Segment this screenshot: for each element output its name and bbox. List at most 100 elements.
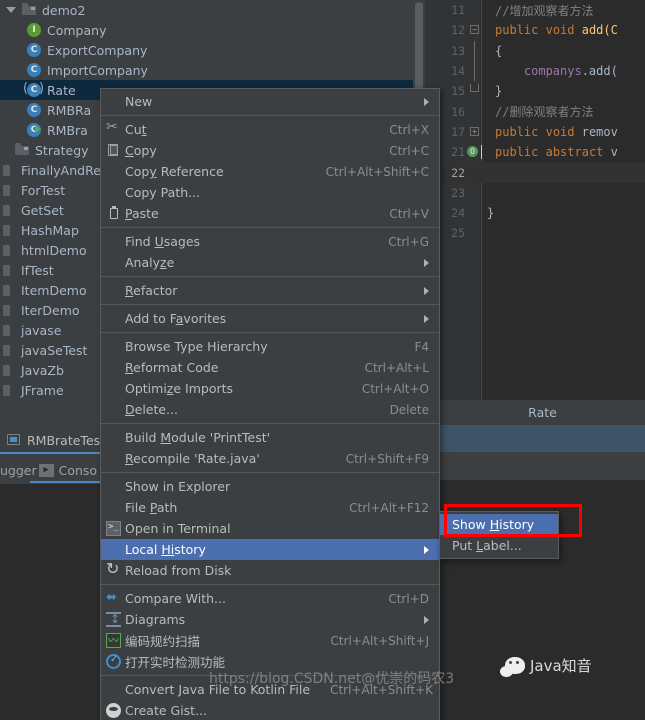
gutter-cell[interactable]	[465, 40, 487, 61]
code-editor[interactable]: 11 //增加观察者方法 12 − public void add(C 13 {…	[425, 0, 645, 400]
gutter-cell[interactable]: −	[465, 20, 487, 40]
run-config-icon	[6, 432, 22, 448]
watermark-url: https://blog.CSDN.net@优崇的码农3	[209, 671, 455, 687]
scissors-icon	[103, 119, 125, 140]
gutter-cell[interactable]: O	[465, 142, 487, 162]
gutter-cell[interactable]: +	[465, 122, 487, 142]
code-line[interactable]: 11 //增加观察者方法	[425, 0, 645, 20]
module-icon	[0, 242, 16, 258]
scrollbar-thumb[interactable]	[415, 2, 423, 90]
code-line[interactable]: 17 + public void remov	[425, 122, 645, 142]
menu-item-paste[interactable]: Paste Ctrl+V	[101, 203, 439, 224]
menu-item-optimize-imports[interactable]: Optimize Imports Ctrl+Alt+O	[101, 378, 439, 399]
code-line[interactable]: 16 //删除观察者方法	[425, 101, 645, 121]
tool-window-row[interactable]	[440, 453, 645, 479]
gutter-cell[interactable]	[465, 162, 487, 182]
chevron-down-icon[interactable]	[6, 7, 16, 13]
code-text: }	[487, 206, 495, 221]
compare-icon	[103, 588, 125, 609]
menu-item-label: Refactor	[125, 283, 178, 298]
paste-icon	[103, 203, 125, 224]
chevron-right-icon	[424, 97, 429, 106]
tree-node-company[interactable]: I Company	[0, 20, 425, 40]
context-menu[interactable]: New Cut Ctrl+X Copy Ctrl+C Copy Referenc…	[100, 88, 440, 720]
code-line-current[interactable]: 22	[425, 162, 645, 183]
tab-rate[interactable]: Rate	[440, 400, 645, 425]
menu-item-browse-type-hierarchy[interactable]: Browse Type Hierarchy F4	[101, 336, 439, 357]
gutter-cell[interactable]	[465, 0, 487, 20]
tree-node-demo2[interactable]: demo2	[0, 0, 425, 20]
menu-item-diagrams[interactable]: Diagrams	[101, 609, 439, 630]
menu-item-refactor[interactable]: Refactor	[101, 280, 439, 301]
menu-separator	[101, 423, 439, 424]
tree-node-exportcompany[interactable]: C ExportCompany	[0, 40, 425, 60]
menu-item-create-gist[interactable]: Create Gist...	[101, 700, 439, 720]
menu-item-label: Optimize Imports	[125, 381, 234, 396]
menu-item-reformat-code[interactable]: Reformat Code Ctrl+Alt+L	[101, 357, 439, 378]
menu-item-accelerator: Ctrl+D	[388, 591, 429, 606]
menu-item-copy-reference[interactable]: Copy Reference Ctrl+Alt+Shift+C	[101, 161, 439, 182]
gutter-cell[interactable]	[465, 101, 487, 121]
menu-item-reload-from-disk[interactable]: Reload from Disk	[101, 559, 439, 581]
menu-item-label: Recompile 'Rate.java'	[125, 451, 260, 466]
fold-end-icon[interactable]	[470, 84, 479, 93]
no-icon	[103, 280, 125, 301]
code-line[interactable]: 15 }	[425, 81, 645, 101]
code-line[interactable]: 24 }	[425, 203, 645, 223]
menu-item-local-history[interactable]: Local History	[101, 539, 439, 560]
fold-collapse-icon[interactable]: −	[470, 25, 479, 35]
menu-item-file-path[interactable]: File Path Ctrl+Alt+F12	[101, 497, 439, 518]
menu-item-build-module[interactable]: Build Module 'PrintTest'	[101, 427, 439, 448]
tab-console-label[interactable]: Conso	[59, 463, 97, 478]
menu-item-label: Create Gist...	[125, 703, 208, 718]
fold-expand-icon[interactable]: +	[470, 126, 479, 136]
tree-node-label: Strategy	[35, 142, 89, 158]
menu-item-delete[interactable]: Delete... Delete	[101, 399, 439, 420]
gutter-cell[interactable]	[465, 60, 487, 82]
tree-node-label: javaSeTest	[21, 342, 88, 358]
tab-debugger-label[interactable]: ugger	[0, 463, 37, 478]
tool-window-selected-row[interactable]	[440, 425, 645, 452]
local-history-submenu[interactable]: Show History Put Label...	[439, 511, 559, 559]
code-line[interactable]: 25	[425, 223, 645, 243]
gutter-cell[interactable]	[465, 223, 487, 243]
menu-item-accelerator: Ctrl+Alt+Shift+J	[330, 633, 429, 648]
gutter-cell[interactable]	[465, 81, 487, 101]
chevron-right-icon	[424, 545, 429, 554]
menu-item-copy-path[interactable]: Copy Path...	[101, 182, 439, 203]
menu-item-cut[interactable]: Cut Ctrl+X	[101, 119, 439, 140]
menu-item-recompile[interactable]: Recompile 'Rate.java' Ctrl+Shift+F9	[101, 448, 439, 469]
tree-node-label: JFrame	[21, 382, 64, 398]
menu-item-find-usages[interactable]: Find Usages Ctrl+G	[101, 231, 439, 252]
tab-rmbratetest[interactable]: RMBrateTest	[0, 428, 105, 454]
menu-item-put-label[interactable]: Put Label...	[440, 535, 558, 556]
menu-item-analyze[interactable]: Analyze	[101, 252, 439, 273]
menu-item-accelerator: Ctrl+Alt+O	[361, 381, 429, 396]
code-line[interactable]: 21 O public abstract v	[425, 142, 645, 162]
no-icon	[103, 161, 125, 182]
menu-item-open-in-terminal[interactable]: Open in Terminal	[101, 518, 439, 539]
menu-separator	[101, 304, 439, 305]
menu-item-show-history[interactable]: Show History	[440, 514, 558, 535]
code-line[interactable]: 13 {	[425, 40, 645, 61]
menu-separator	[101, 115, 439, 116]
gutter-cell[interactable]	[465, 203, 487, 223]
menu-item-add-to-favorites[interactable]: Add to Favorites	[101, 308, 439, 329]
tool-window-tab-row[interactable]: ugger ▶ Conso	[0, 458, 100, 482]
menu-item-compare-with[interactable]: Compare With... Ctrl+D	[101, 588, 439, 609]
menu-item-code-convention-scan[interactable]: 编码规约扫描 Ctrl+Alt+Shift+J	[101, 630, 439, 651]
menu-item-show-in-explorer[interactable]: Show in Explorer	[101, 476, 439, 497]
menu-item-new[interactable]: New	[101, 91, 439, 112]
code-text: //增加观察者方法	[495, 3, 594, 18]
gutter-cell[interactable]	[465, 183, 487, 203]
code-line[interactable]: 14 companys.add(	[425, 60, 645, 82]
tree-node-importcompany[interactable]: C ImportCompany	[0, 60, 425, 80]
code-line[interactable]: 23	[425, 183, 645, 203]
menu-item-label: Copy Path...	[125, 185, 201, 200]
code-line[interactable]: 12 − public void add(C	[425, 20, 645, 40]
no-icon	[103, 679, 125, 700]
menu-item-copy[interactable]: Copy Ctrl+C	[101, 140, 439, 161]
override-marker-icon[interactable]: O	[467, 146, 478, 158]
no-icon	[103, 91, 125, 112]
menu-item-label: Compare With...	[125, 591, 226, 606]
